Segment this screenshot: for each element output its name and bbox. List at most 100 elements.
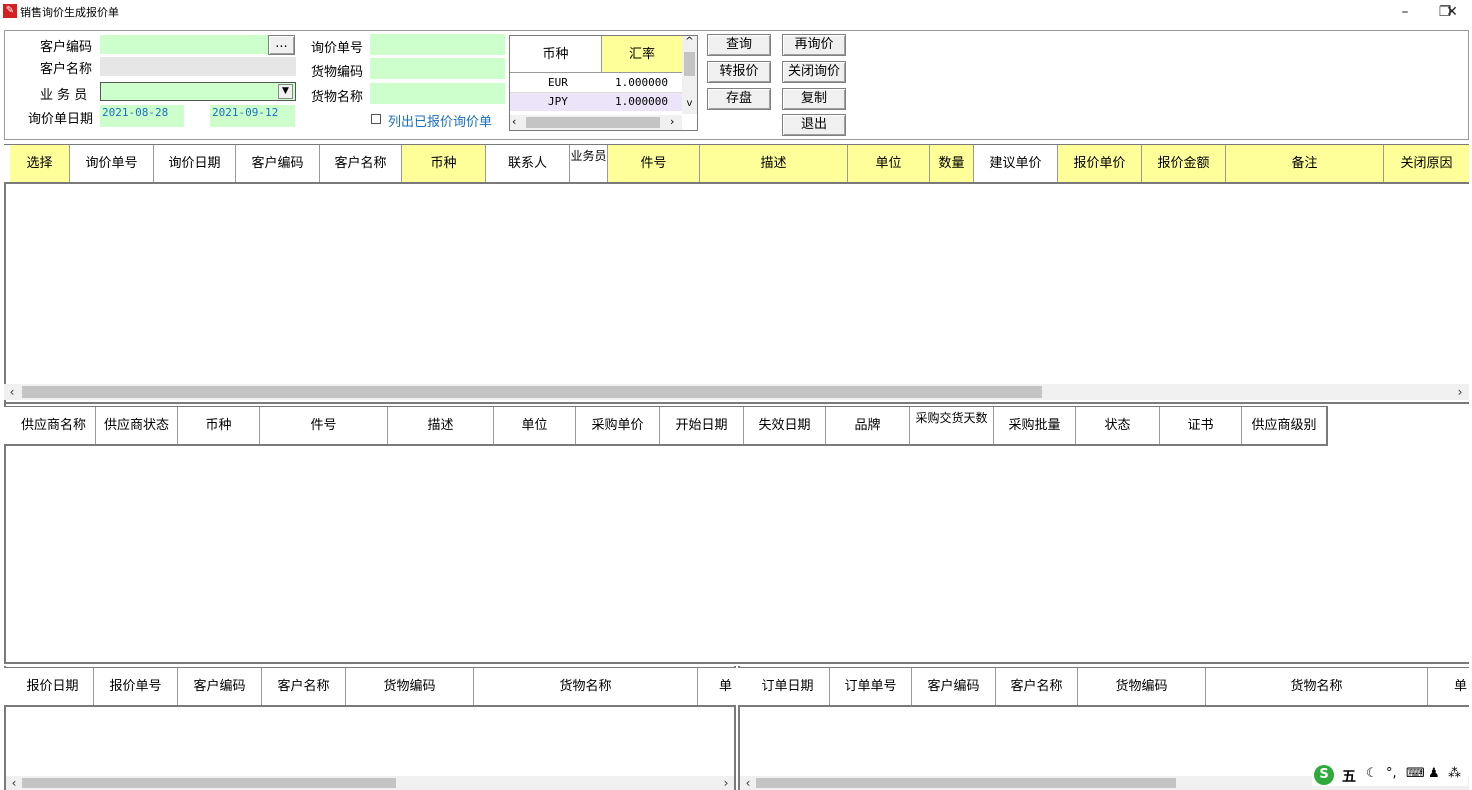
- col-header[interactable]: 货物名称: [474, 668, 698, 705]
- customer-browse-button[interactable]: ...: [268, 35, 295, 55]
- col-header[interactable]: 证书: [1160, 407, 1242, 444]
- col-header[interactable]: 客户名称: [320, 145, 402, 182]
- col-header[interactable]: 采购单价: [576, 407, 660, 444]
- col-header[interactable]: 开始日期: [660, 407, 744, 444]
- chevron-down-icon[interactable]: v: [682, 98, 697, 109]
- col-header[interactable]: 单: [1428, 668, 1469, 705]
- currency-cell: EUR: [548, 76, 568, 89]
- col-header[interactable]: 币种: [402, 145, 486, 182]
- user-icon[interactable]: ♟: [1428, 766, 1440, 781]
- col-header[interactable]: 订单单号: [830, 668, 912, 705]
- chevron-left-icon[interactable]: ‹: [740, 776, 756, 790]
- scroll-thumb[interactable]: [756, 778, 1176, 788]
- copy-button[interactable]: 复制: [782, 88, 846, 110]
- col-header[interactable]: 货物名称: [1206, 668, 1428, 705]
- col-header[interactable]: 备注: [1226, 145, 1384, 182]
- date-to-input[interactable]: 2021-09-12: [210, 105, 295, 127]
- col-header[interactable]: 询价单号: [70, 145, 154, 182]
- chevron-right-icon[interactable]: ›: [718, 776, 734, 790]
- customer-code-input[interactable]: [100, 35, 268, 54]
- menu-icon[interactable]: ⁂: [1448, 766, 1461, 781]
- col-header[interactable]: 关闭原因: [1384, 145, 1469, 182]
- punctuation-icon[interactable]: °,: [1386, 766, 1397, 781]
- col-header[interactable]: 描述: [388, 407, 494, 444]
- scroll-thumb[interactable]: [526, 117, 660, 128]
- chevron-right-icon[interactable]: ›: [670, 115, 674, 128]
- chevron-left-icon[interactable]: ‹: [512, 115, 516, 128]
- salesperson-select[interactable]: [100, 82, 296, 101]
- moon-icon[interactable]: ☾: [1366, 766, 1378, 781]
- currency-vscroll[interactable]: ^ v: [682, 36, 697, 114]
- ime-logo-icon[interactable]: S: [1314, 765, 1334, 785]
- col-header[interactable]: 单位: [494, 407, 576, 444]
- splitter[interactable]: [4, 662, 1469, 664]
- show-quoted-label[interactable]: 列出已报价询价单: [388, 111, 492, 130]
- splitter[interactable]: [4, 402, 1469, 404]
- col-header[interactable]: 客户编码: [912, 668, 996, 705]
- scroll-thumb[interactable]: [22, 386, 1042, 398]
- col-header[interactable]: 品牌: [826, 407, 910, 444]
- col-header[interactable]: 询价日期: [154, 145, 236, 182]
- col-header[interactable]: 报价日期: [12, 668, 94, 705]
- col-header[interactable]: 货物编码: [1078, 668, 1206, 705]
- col-header[interactable]: 建议单价: [974, 145, 1058, 182]
- col-header[interactable]: 货物编码: [346, 668, 474, 705]
- col-header[interactable]: 币种: [178, 407, 260, 444]
- query-button[interactable]: 查询: [707, 34, 771, 56]
- col-header[interactable]: 描述: [700, 145, 848, 182]
- minimize-button[interactable]: –: [1385, 0, 1425, 24]
- ime-toolbar: S 五 ☾ °, ⌨ ♟ ⁂: [1312, 764, 1468, 786]
- quote-hscroll[interactable]: ‹ ›: [6, 776, 734, 790]
- col-header[interactable]: 报价金额: [1142, 145, 1226, 182]
- inquiry-no-input[interactable]: [370, 34, 505, 55]
- col-header[interactable]: 客户编码: [236, 145, 320, 182]
- col-header[interactable]: 业务员: [570, 145, 608, 182]
- col-header[interactable]: 单位: [848, 145, 930, 182]
- table-row[interactable]: JPY 1.000000: [510, 93, 682, 111]
- goods-name-input[interactable]: [370, 83, 505, 104]
- keyboard-icon[interactable]: ⌨: [1406, 766, 1425, 781]
- currency-hscroll[interactable]: ‹ ›: [510, 115, 682, 130]
- col-header[interactable]: 单: [698, 668, 734, 705]
- close-inquiry-button[interactable]: 关闭询价: [782, 61, 846, 83]
- col-header[interactable]: 采购交货天数: [910, 407, 994, 444]
- goods-code-input[interactable]: [370, 58, 505, 79]
- col-header[interactable]: 供应商级别: [1242, 407, 1326, 444]
- col-header[interactable]: 报价单价: [1058, 145, 1142, 182]
- exit-button[interactable]: 退出: [782, 114, 846, 136]
- close-button[interactable]: ✕: [1432, 0, 1472, 24]
- rate-cell: 1.000000: [615, 95, 668, 108]
- chevron-left-icon[interactable]: ‹: [6, 776, 22, 790]
- col-header[interactable]: 件号: [260, 407, 388, 444]
- col-header[interactable]: 联系人: [486, 145, 570, 182]
- col-header[interactable]: 客户名称: [996, 668, 1078, 705]
- show-quoted-checkbox[interactable]: [371, 114, 381, 124]
- chevron-right-icon[interactable]: ›: [1452, 384, 1468, 400]
- col-header[interactable]: 件号: [608, 145, 700, 182]
- col-header[interactable]: 客户名称: [262, 668, 346, 705]
- inquiry-date-label: 询价单日期: [28, 112, 94, 127]
- col-header[interactable]: 状态: [1076, 407, 1160, 444]
- re-inquiry-button[interactable]: 再询价: [782, 34, 846, 56]
- chevron-left-icon[interactable]: ‹: [4, 384, 20, 400]
- table-row[interactable]: EUR 1.000000: [510, 74, 682, 93]
- date-from-input[interactable]: 2021-08-28: [100, 105, 184, 127]
- col-header[interactable]: 失效日期: [744, 407, 826, 444]
- col-header[interactable]: 供应商状态: [96, 407, 178, 444]
- col-header[interactable]: 报价单号: [94, 668, 178, 705]
- to-quote-button[interactable]: 转报价: [707, 61, 771, 83]
- save-button[interactable]: 存盘: [707, 88, 771, 110]
- scroll-thumb[interactable]: [684, 52, 695, 76]
- col-header[interactable]: 选择: [10, 145, 70, 182]
- chevron-up-icon[interactable]: ^: [682, 36, 697, 47]
- col-header[interactable]: 客户编码: [178, 668, 262, 705]
- col-header[interactable]: 订单日期: [746, 668, 830, 705]
- inquiry-hscroll[interactable]: ‹ ›: [4, 384, 1469, 400]
- ime-mode-button[interactable]: 五: [1342, 766, 1356, 786]
- col-header[interactable]: 供应商名称: [12, 407, 96, 444]
- col-header[interactable]: 采购批量: [994, 407, 1076, 444]
- supplier-grid-header: 供应商名称 供应商状态 币种 件号 描述 单位 采购单价 开始日期 失效日期 品…: [4, 406, 1328, 446]
- chevron-down-icon[interactable]: ▼: [278, 84, 293, 99]
- scroll-thumb[interactable]: [22, 778, 396, 788]
- col-header[interactable]: 数量: [930, 145, 974, 182]
